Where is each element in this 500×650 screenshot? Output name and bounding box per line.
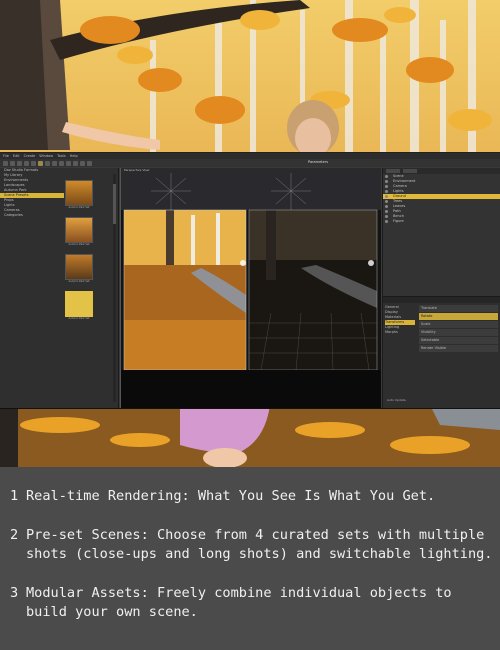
panel-title: Parameters — [308, 160, 329, 164]
menu-window[interactable]: Window — [39, 154, 53, 158]
visibility-eye-icon[interactable] — [385, 210, 388, 213]
visibility-eye-icon[interactable] — [385, 205, 388, 208]
menu-create[interactable]: Create — [24, 154, 36, 158]
new-scene-icon[interactable] — [3, 160, 8, 166]
light-tool-icon[interactable] — [73, 160, 78, 166]
viewport-render — [121, 173, 381, 408]
caption-number: 1 — [10, 488, 19, 504]
auto-update-label: Auto Update — [387, 398, 406, 402]
parameters-header — [383, 297, 500, 303]
move-tool-icon[interactable] — [45, 160, 50, 166]
caption-number: 3 — [10, 585, 19, 601]
visibility-eye-icon[interactable] — [385, 185, 388, 188]
preset-thumbnail-selected[interactable]: Autumn Park Set — [65, 291, 93, 320]
thumbnail-caption: Autumn Park Set — [68, 280, 90, 283]
save-icon[interactable] — [17, 160, 22, 166]
thumbnail-caption: Autumn Park Set — [68, 317, 90, 320]
right-panels: Scene Environment Camera Lights Ground T… — [382, 168, 500, 408]
parameter-category[interactable]: Morphs — [385, 330, 415, 335]
library-scrollbar[interactable] — [113, 174, 116, 402]
scale-tool-icon[interactable] — [59, 160, 64, 166]
redo-icon[interactable] — [31, 160, 36, 166]
menu-file[interactable]: File — [3, 154, 9, 158]
visibility-eye-icon[interactable] — [385, 175, 388, 178]
scene-panel: Scene Environment Camera Lights Ground T… — [383, 168, 500, 224]
menu-tools[interactable]: Tools — [57, 154, 66, 158]
parameter-field-highlighted[interactable]: Rotate — [419, 313, 498, 320]
visibility-eye-icon[interactable] — [385, 200, 388, 203]
parameter-field[interactable]: Translate — [419, 305, 498, 312]
parameter-field[interactable]: Render Visible — [419, 345, 498, 352]
content-library-panel: Daz Studio Formats My Library Environmen… — [0, 168, 119, 408]
thumbnail-caption: Autumn Park Set — [68, 243, 90, 246]
main-toolbar: Parameters — [0, 159, 500, 167]
render-settings-icon[interactable] — [87, 160, 92, 166]
select-tool-icon[interactable] — [38, 160, 43, 166]
undo-icon[interactable] — [24, 160, 29, 166]
menu-help[interactable]: Help — [70, 154, 78, 158]
preset-thumbnails: Autumn Park Set Autumn Park Set Autumn P… — [65, 180, 93, 328]
scene-tab[interactable] — [386, 169, 400, 173]
library-tree: Daz Studio Formats My Library Environmen… — [0, 168, 64, 408]
visibility-eye-icon[interactable] — [385, 220, 388, 223]
caption-text: Modular Assets: Freely combine individua… — [26, 585, 452, 620]
visibility-eye-icon[interactable] — [385, 215, 388, 218]
scene-node[interactable]: Figure — [383, 219, 500, 224]
caption-text: Real-time Rendering: What You See Is Wha… — [26, 488, 436, 504]
menu-edit[interactable]: Edit — [13, 154, 20, 158]
caption-item: 3 Modular Assets: Freely combine individ… — [10, 584, 496, 622]
preset-thumbnail[interactable]: Autumn Park Set — [65, 217, 93, 246]
visibility-eye-icon[interactable] — [385, 180, 388, 183]
parameter-field[interactable]: Visibility — [419, 329, 498, 336]
caption-item: 2 Pre-set Scenes: Choose from 4 curated … — [10, 526, 496, 564]
open-file-icon[interactable] — [10, 160, 15, 166]
parameter-field[interactable]: Selectable — [419, 337, 498, 344]
caption-number: 2 — [10, 527, 19, 543]
preset-thumbnail[interactable]: Autumn Park Set — [65, 180, 93, 209]
filter-field[interactable] — [403, 169, 417, 173]
library-item[interactable]: Categories — [0, 213, 64, 218]
rotate-tool-icon[interactable] — [52, 160, 57, 166]
daz-studio-window: File Edit Create Window Tools Help Param… — [0, 152, 500, 409]
visibility-eye-icon[interactable] — [385, 195, 388, 198]
camera-tool-icon[interactable] — [66, 160, 71, 166]
parameter-categories: General Display Materials Transforms Lig… — [385, 305, 415, 335]
preset-thumbnail[interactable]: Autumn Park Set — [65, 254, 93, 283]
caption-text: Pre-set Scenes: Choose from 4 curated se… — [26, 527, 493, 562]
visibility-eye-icon[interactable] — [385, 190, 388, 193]
thumbnail-caption: Autumn Park Set — [68, 206, 90, 209]
render-icon[interactable] — [80, 160, 85, 166]
parameters-panel: General Display Materials Transforms Lig… — [383, 296, 500, 408]
parameter-field[interactable]: Scale — [419, 321, 498, 328]
3d-viewport[interactable]: Perspective View — [120, 168, 381, 408]
caption-item: 1 Real-time Rendering: What You See Is W… — [10, 487, 496, 506]
feature-captions: 1 Real-time Rendering: What You See Is W… — [0, 467, 500, 650]
parameter-fields: Translate Rotate Scale Visibility Select… — [419, 305, 498, 353]
